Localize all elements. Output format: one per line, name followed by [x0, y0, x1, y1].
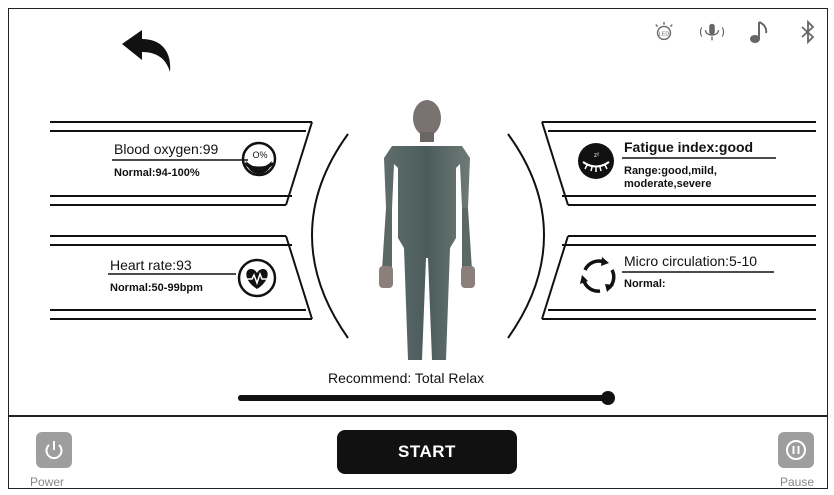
circulation-icon — [576, 254, 620, 298]
progress-track[interactable] — [238, 391, 615, 405]
blood-oxygen-label: Blood oxygen:99 — [114, 141, 219, 157]
human-body-figure — [362, 98, 492, 364]
power-label: Power — [30, 475, 65, 489]
oxygen-icon: O% — [240, 140, 278, 178]
heart-rate-normal: Normal:50-99bpm — [110, 282, 203, 294]
fatigue-label: Fatigue index:good — [624, 139, 754, 155]
micro-circulation-label: Micro circulation:5-10 — [624, 253, 758, 269]
pause-label: Pause — [780, 475, 815, 489]
heart-rate-label: Heart rate:93 — [110, 257, 192, 273]
eye-icon: z² — [576, 141, 616, 181]
progress-knob[interactable] — [601, 391, 615, 405]
pause-icon — [786, 440, 806, 460]
micro-circulation-normal: Normal: — [624, 278, 666, 290]
svg-text:O%: O% — [252, 150, 267, 160]
recommend-text: Recommend: Total Relax — [328, 370, 485, 386]
power-button[interactable] — [36, 432, 72, 468]
pause-button[interactable] — [778, 432, 814, 468]
svg-text:z²: z² — [594, 153, 599, 159]
blood-oxygen-normal: Normal:94-100% — [114, 167, 200, 179]
fatigue-range-line2: moderate,severe — [624, 178, 712, 190]
start-button[interactable]: START — [337, 430, 517, 474]
power-icon — [45, 441, 63, 460]
fatigue-range-line1: Range:good,mild, — [624, 165, 717, 177]
progress-fill — [238, 395, 608, 401]
heart-rate-icon — [236, 257, 278, 299]
